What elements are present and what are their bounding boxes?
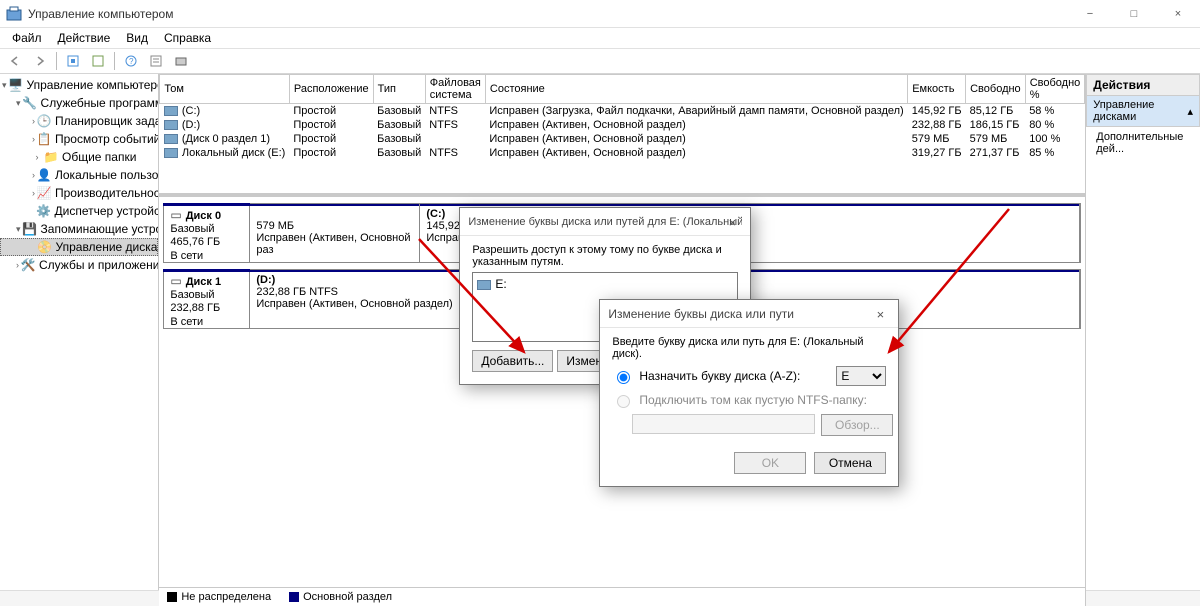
tree-disk-management[interactable]: 📀Управление дисками (0, 238, 158, 256)
col-type[interactable]: Тип (373, 75, 425, 104)
col-fs[interactable]: Файловая система (425, 75, 485, 104)
legend-unallocated: Не распределена (181, 591, 271, 603)
dialog2-description: Введите букву диска или путь для E: (Лок… (612, 336, 886, 360)
dialog2-titlebar[interactable]: Изменение буквы диска или пути × (600, 300, 898, 328)
properties-button[interactable] (145, 51, 167, 71)
tree-device-manager[interactable]: ⚙️Диспетчер устройств (0, 202, 158, 220)
back-button[interactable] (4, 51, 26, 71)
col-volume[interactable]: Том (160, 75, 290, 104)
refresh-button[interactable] (87, 51, 109, 71)
col-free[interactable]: Свободно (966, 75, 1026, 104)
menu-view[interactable]: Вид (118, 31, 156, 45)
menu-file[interactable]: Файл (4, 31, 50, 45)
tree-shared-folders[interactable]: ›📁Общие папки (0, 148, 158, 166)
dialog2-cancel-button[interactable]: Отмена (814, 452, 886, 474)
dialog2-radio-assign-letter[interactable]: Назначить букву диска (A-Z): E (612, 366, 886, 386)
toolbar: ? (0, 48, 1200, 74)
menubar: Файл Действие Вид Справка (0, 28, 1200, 48)
dialog2-letter-combo[interactable]: E (836, 366, 886, 386)
minimize-button[interactable]: − (1068, 0, 1112, 28)
tree-scrollbar[interactable] (0, 590, 159, 606)
navigation-tree: ▾🖥️Управление компьютером (л ▾🔧Служебные… (0, 74, 159, 606)
col-capacity[interactable]: Емкость (908, 75, 966, 104)
tree-root[interactable]: ▾🖥️Управление компьютером (л (0, 76, 158, 94)
tree-services-apps[interactable]: ›🛠️Службы и приложения (0, 256, 158, 274)
table-row[interactable]: (Диск 0 раздел 1)ПростойБазовыйИсправен … (160, 132, 1085, 146)
dialog1-add-button[interactable]: Добавить... (472, 350, 553, 372)
maximize-button[interactable]: □ (1112, 0, 1156, 28)
radio-assign-letter[interactable] (617, 371, 630, 384)
tree-event-viewer[interactable]: ›📋Просмотр событий (0, 130, 158, 148)
disk-1-header: ▭Диск 1 Базовый 232,88 ГБ В сети (164, 270, 250, 328)
extra-button[interactable] (170, 51, 192, 71)
chevron-up-icon: ▴ (1187, 105, 1193, 118)
tree-task-scheduler[interactable]: ›🕒Планировщик заданий (0, 112, 158, 130)
dialog1-close-button[interactable]: × (718, 212, 746, 232)
window-title: Управление компьютером (28, 7, 173, 21)
window-titlebar: Управление компьютером − □ × (0, 0, 1200, 28)
dialog1-description: Разрешить доступ к этому тому по букве д… (472, 244, 738, 268)
help-button[interactable]: ? (120, 51, 142, 71)
dialog1-titlebar[interactable]: Изменение буквы диска или путей для E: (… (460, 208, 750, 236)
col-freepct[interactable]: Свободно % (1025, 75, 1085, 104)
dialog-assign-letter: Изменение буквы диска или пути × Введите… (599, 299, 899, 487)
disk-0-header: ▭Диск 0 Базовый 465,76 ГБ В сети (164, 204, 250, 262)
disk-0-partition-1[interactable]: 579 МБ Исправен (Активен, Основной раз (250, 204, 420, 262)
svg-text:?: ? (129, 57, 134, 66)
col-status[interactable]: Состояние (485, 75, 907, 104)
actions-header: Действия (1086, 74, 1200, 96)
app-icon (6, 6, 22, 22)
dialog1-title: Изменение буквы диска или путей для E: (… (468, 216, 742, 228)
menu-action[interactable]: Действие (50, 31, 119, 45)
table-row[interactable]: (C:)ПростойБазовыйNTFSИсправен (Загрузка… (160, 104, 1085, 119)
menu-help[interactable]: Справка (156, 31, 219, 45)
main-content: Том Расположение Тип Файловая система Со… (159, 74, 1086, 606)
tree-system-tools[interactable]: ▾🔧Служебные программы (0, 94, 158, 112)
tree-storage[interactable]: ▾💾Запоминающие устройст (0, 220, 158, 238)
legend-primary: Основной раздел (303, 591, 392, 603)
col-layout[interactable]: Расположение (289, 75, 373, 104)
volume-table: Том Расположение Тип Файловая система Со… (159, 74, 1085, 160)
disk-icon: ▭ (170, 274, 181, 288)
dialog2-radio-mount-folder[interactable]: Подключить том как пустую NTFS-папку: (612, 392, 886, 408)
tree-local-users[interactable]: ›👤Локальные пользовате (0, 166, 158, 184)
close-button[interactable]: × (1156, 0, 1200, 28)
table-row[interactable]: (D:)ПростойБазовыйNTFSИсправен (Активен,… (160, 118, 1085, 132)
dialog2-close-button[interactable]: × (866, 304, 894, 324)
legend: Не распределена Основной раздел (159, 587, 1085, 606)
dialog2-path-input (632, 414, 815, 434)
dialog2-title: Изменение буквы диска или пути (608, 307, 794, 321)
forward-button[interactable] (29, 51, 51, 71)
actions-section[interactable]: Управление дисками ▴ (1086, 96, 1200, 127)
radio-mount-folder[interactable] (617, 395, 630, 408)
dialog2-browse-button: Обзор... (821, 414, 893, 436)
volume-table-header: Том Расположение Тип Файловая система Со… (160, 75, 1085, 104)
dialog2-ok-button: OK (734, 452, 806, 474)
actions-more[interactable]: Дополнительные дей... (1086, 127, 1200, 159)
table-row[interactable]: Локальный диск (E:)ПростойБазовыйNTFSИсп… (160, 146, 1085, 160)
tree-performance[interactable]: ›📈Производительность (0, 184, 158, 202)
actions-pane: Действия Управление дисками ▴ Дополнител… (1086, 74, 1200, 606)
disk-icon: ▭ (170, 208, 181, 222)
action-button[interactable] (62, 51, 84, 71)
